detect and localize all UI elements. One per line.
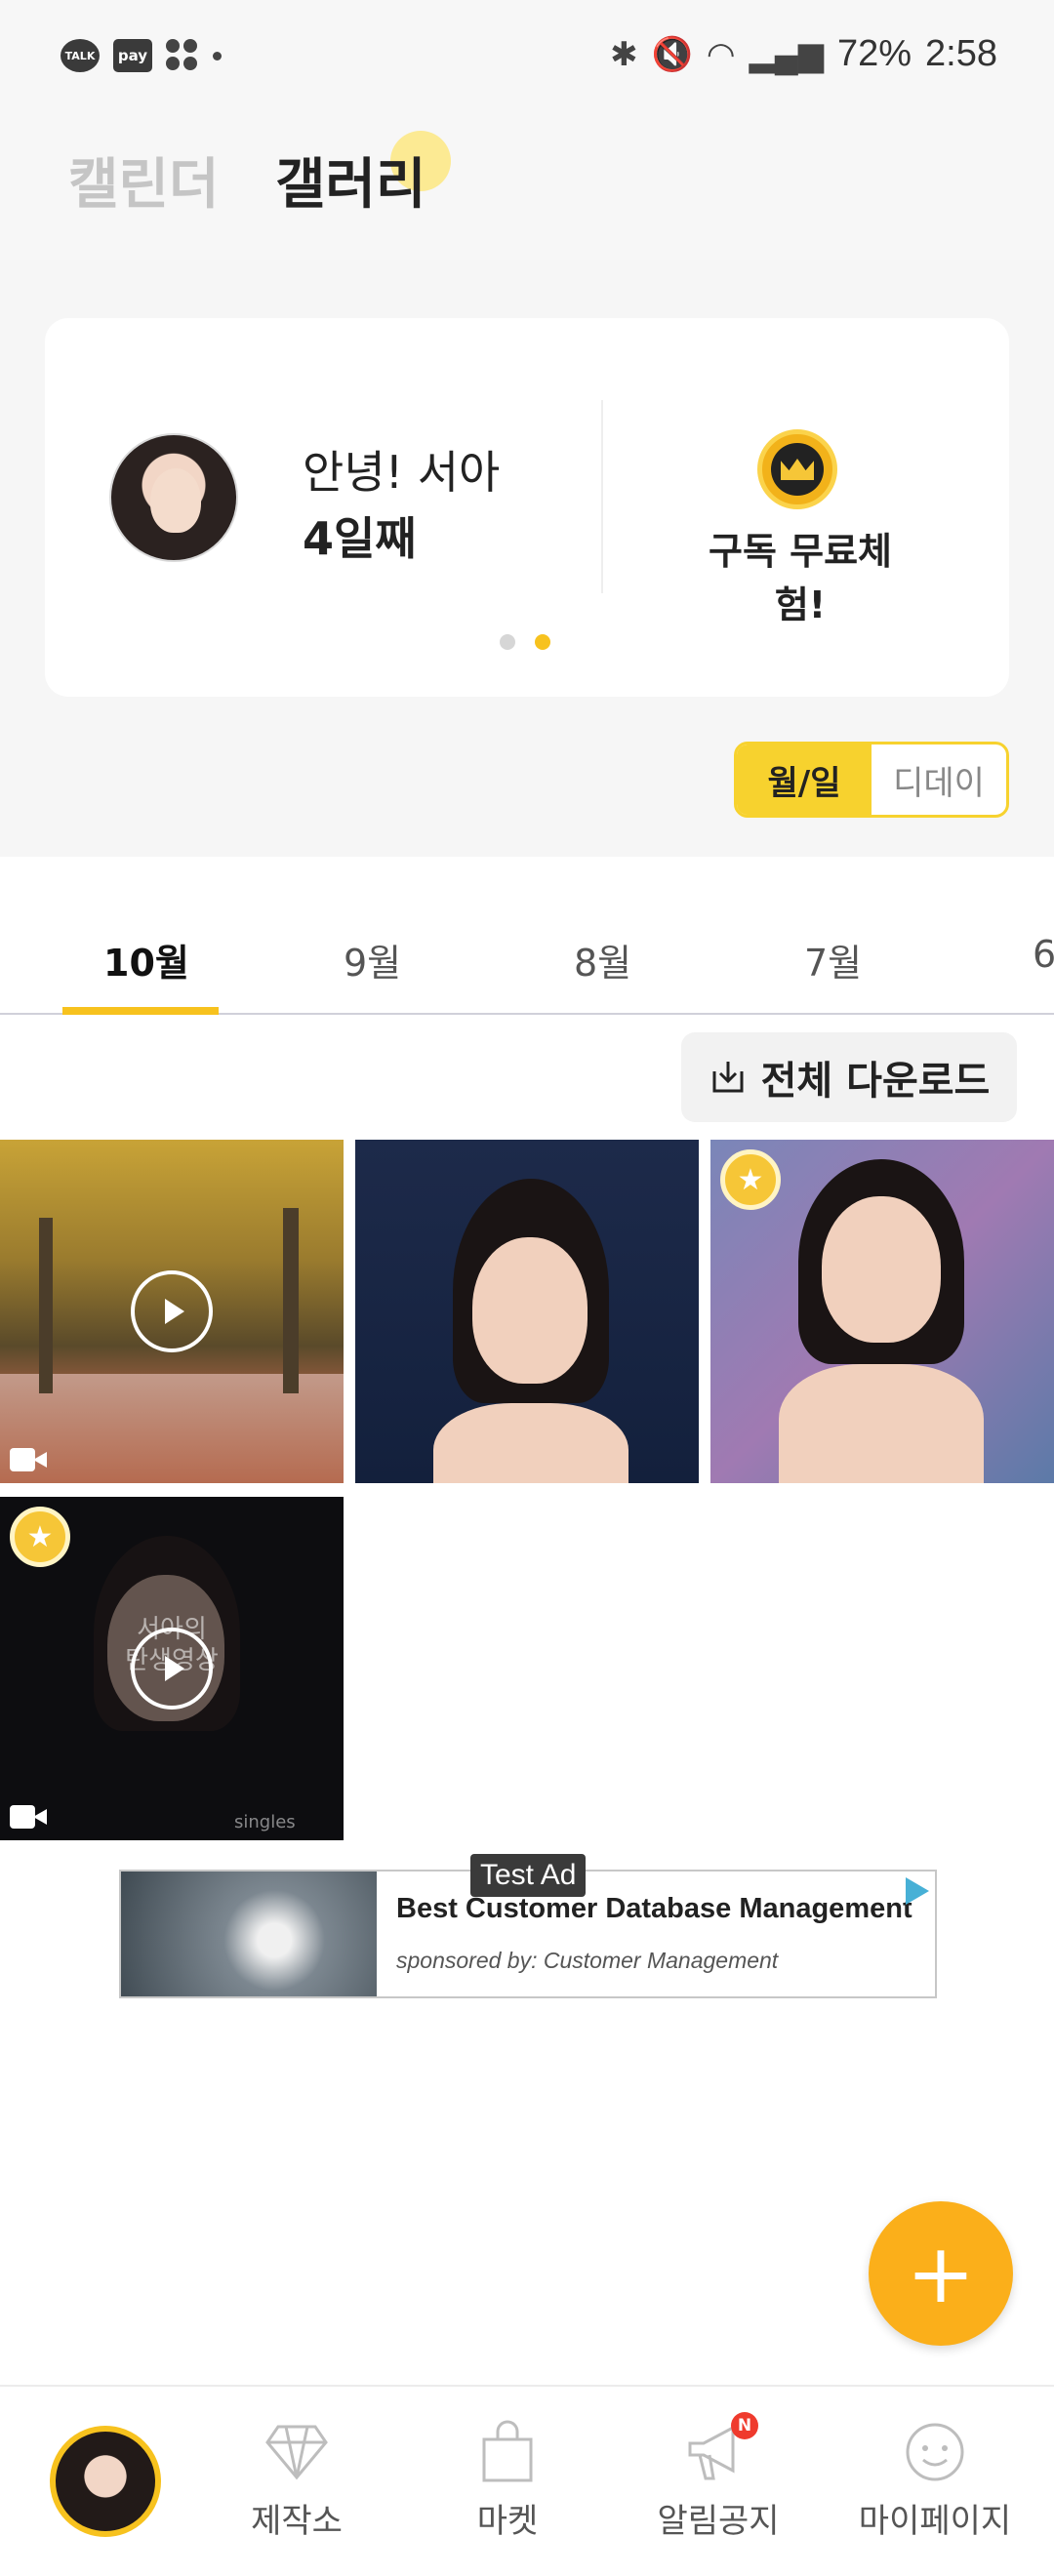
kakaotalk-icon: TALK (61, 39, 100, 72)
toggle-month-day[interactable]: 월/일 (737, 745, 872, 815)
wifi-icon: ◠ (706, 35, 736, 73)
download-icon (709, 1058, 748, 1097)
add-button[interactable]: + (869, 2201, 1013, 2346)
video-icon (10, 1805, 49, 1829)
megaphone-icon: N (686, 2412, 758, 2484)
diamond-icon (264, 2420, 329, 2484)
new-badge: N (731, 2412, 758, 2439)
card-pager (500, 634, 550, 650)
greeting-text: 안녕! 서아 (303, 446, 501, 499)
nav-profile[interactable] (0, 2387, 211, 2576)
apps-grid-icon (166, 39, 199, 72)
crown-icon[interactable] (757, 429, 837, 509)
tab-gallery[interactable]: 갤러리 (275, 141, 426, 220)
test-ad-tag: Test Ad (470, 1854, 587, 1897)
premium-star-badge: ★ (10, 1507, 70, 1567)
system-status: ✱ 🔇 ◠ ▂▄▆ 72% 2:58 (610, 33, 997, 75)
toggle-dday[interactable]: 디데이 (872, 745, 1006, 815)
premium-star-badge: ★ (720, 1149, 781, 1210)
gallery-photo-portrait-crowned[interactable]: ★ (710, 1140, 1054, 1483)
profile-avatar[interactable] (50, 2426, 161, 2537)
gallery-photo-portrait[interactable] (355, 1140, 699, 1483)
bottom-navigation: 제작소 마켓 N 알림공지 마이페이지 (0, 2385, 1054, 2576)
video-icon (10, 1448, 49, 1471)
play-icon[interactable] (131, 1628, 213, 1710)
adchoices-icon[interactable] (906, 1877, 929, 1905)
top-tabs: 캘린더 갤러리 (0, 107, 1054, 260)
month-tabs: 10월 9월 8월 7월 6 (0, 921, 1054, 1015)
month-tab-july[interactable]: 7월 (804, 933, 862, 986)
pager-dot[interactable] (500, 634, 515, 650)
nav-notices[interactable]: N 알림공지 (613, 2387, 824, 2576)
status-bar: TALK pay ✱ 🔇 ◠ ▂▄▆ 72% 2:58 (0, 0, 1054, 107)
pager-dot-active[interactable] (535, 634, 550, 650)
nav-mypage[interactable]: 마이페이지 (830, 2387, 1040, 2576)
tab-calendar[interactable]: 캘린더 (68, 141, 220, 220)
mute-icon: 🔇 (651, 35, 693, 73)
play-icon[interactable] (131, 1270, 213, 1352)
more-notifications-dot (213, 51, 222, 60)
days-count: 4일째 (303, 512, 417, 565)
smiley-icon (903, 2420, 967, 2484)
ad-sponsor: sponsored by: Customer Management (396, 1948, 779, 1973)
download-all-button[interactable]: 전체 다운로드 (681, 1032, 1017, 1122)
card-divider (601, 400, 603, 593)
kakaopay-icon: pay (113, 39, 152, 72)
ad-image[interactable] (121, 1872, 377, 1996)
battery-level: 72% (836, 33, 912, 74)
month-tab-indicator (62, 1007, 219, 1015)
download-all-label: 전체 다운로드 (760, 1059, 991, 1104)
nav-market[interactable]: 마켓 (402, 2387, 613, 2576)
signal-icon: ▂▄▆ (749, 35, 824, 73)
nav-label: 제작소 (251, 2502, 343, 2541)
nav-workshop[interactable]: 제작소 (191, 2387, 402, 2576)
watermark-text: singles (234, 1812, 296, 1832)
shopping-bag-icon (475, 2420, 540, 2484)
clock: 2:58 (925, 33, 997, 74)
view-mode-toggle: 월/일 디데이 (734, 742, 1009, 818)
baby-avatar[interactable] (109, 433, 238, 562)
month-tab-august[interactable]: 8월 (574, 933, 631, 986)
gallery-screen: TALK pay ✱ 🔇 ◠ ▂▄▆ 72% 2:58 캘린더 갤러리 안녕! … (0, 0, 1054, 2576)
month-tab-june[interactable]: 6 (1033, 933, 1054, 976)
bluetooth-icon: ✱ (610, 35, 638, 73)
month-tab-october[interactable]: 10월 (103, 933, 189, 986)
ad-title[interactable]: Best Customer Database Management (396, 1893, 913, 1925)
month-tab-september[interactable]: 9월 (344, 933, 401, 986)
nav-label: 마켓 (476, 2502, 539, 2541)
gallery-video-birth[interactable]: 서아의 탄생영상 ★ singles (0, 1497, 344, 1840)
notification-icons: TALK pay (61, 39, 222, 72)
subscription-trial-label[interactable]: 구독 무료체험! (683, 521, 917, 628)
nav-label: 마이페이지 (858, 2502, 1012, 2541)
gallery-video-autumn-road[interactable] (0, 1140, 344, 1483)
nav-label: 알림공지 (657, 2502, 780, 2541)
